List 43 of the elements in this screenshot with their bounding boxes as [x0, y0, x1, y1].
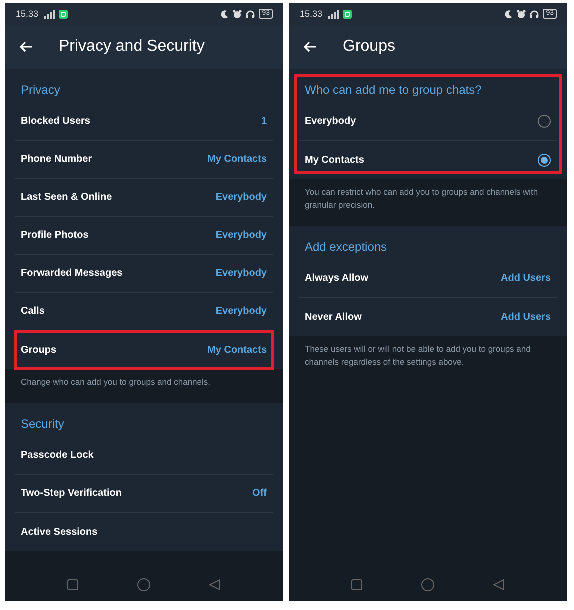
settings-row[interactable]: Profile Photos Everybody	[15, 217, 273, 255]
back-icon[interactable]	[493, 579, 505, 591]
settings-row[interactable]: Groups My Contacts	[15, 331, 273, 369]
section-hint: You can restrict who can add you to groups and channels with granular precision.	[305, 186, 540, 212]
moon-icon	[221, 10, 230, 18]
radio-button[interactable]	[538, 154, 551, 166]
back-icon[interactable]	[209, 579, 221, 591]
settings-row[interactable]: Calls Everybody	[15, 293, 273, 331]
home-icon[interactable]	[137, 578, 151, 592]
signal-icon	[42, 10, 55, 18]
settings-row[interactable]: Last Seen & Online Everybody	[15, 179, 273, 217]
screen-title: Groups	[343, 38, 396, 56]
section-title: Add exceptions	[304, 240, 388, 256]
settings-row[interactable]: Phone Number My Contacts	[15, 141, 273, 179]
app-notification-icon	[58, 10, 68, 18]
settings-row[interactable]: Forwarded Messages Everybody	[15, 255, 273, 293]
status-time: 15.33	[16, 9, 39, 19]
section-title: Security	[20, 417, 66, 433]
back-arrow-icon[interactable]	[303, 41, 317, 53]
settings-row[interactable]: Always Allow Add Users	[299, 260, 557, 298]
recent-apps-icon[interactable]	[351, 579, 363, 591]
recent-apps-icon[interactable]	[67, 579, 79, 591]
settings-row[interactable]: My Contacts	[299, 141, 557, 179]
moon-icon	[505, 10, 514, 18]
status-time: 15.33	[300, 9, 323, 19]
radio-button[interactable]	[538, 115, 551, 128]
settings-row[interactable]: Blocked Users 1	[15, 103, 273, 141]
home-icon[interactable]	[421, 578, 435, 592]
settings-row[interactable]: Never Allow Add Users	[299, 298, 557, 336]
headphones-icon	[530, 10, 540, 18]
section-title: Privacy	[20, 83, 62, 99]
screen-title: Privacy and Security	[59, 38, 205, 56]
section-title: Who can add me to group chats?	[304, 83, 483, 99]
section-hint: Change who can add you to groups and channels.	[21, 376, 212, 389]
settings-row[interactable]: Passcode Lock	[15, 437, 273, 475]
back-arrow-icon[interactable]	[19, 41, 33, 53]
headphones-icon	[246, 10, 256, 18]
settings-row[interactable]: Active Sessions	[15, 513, 273, 551]
app-notification-icon	[342, 10, 352, 18]
settings-row[interactable]: Everybody	[299, 103, 557, 141]
settings-row[interactable]: Two-Step Verification Off	[15, 475, 273, 513]
signal-icon	[326, 10, 339, 18]
section-hint: These users will or will not be able to add you to groups and channels regardless of the settings above.	[305, 343, 532, 369]
